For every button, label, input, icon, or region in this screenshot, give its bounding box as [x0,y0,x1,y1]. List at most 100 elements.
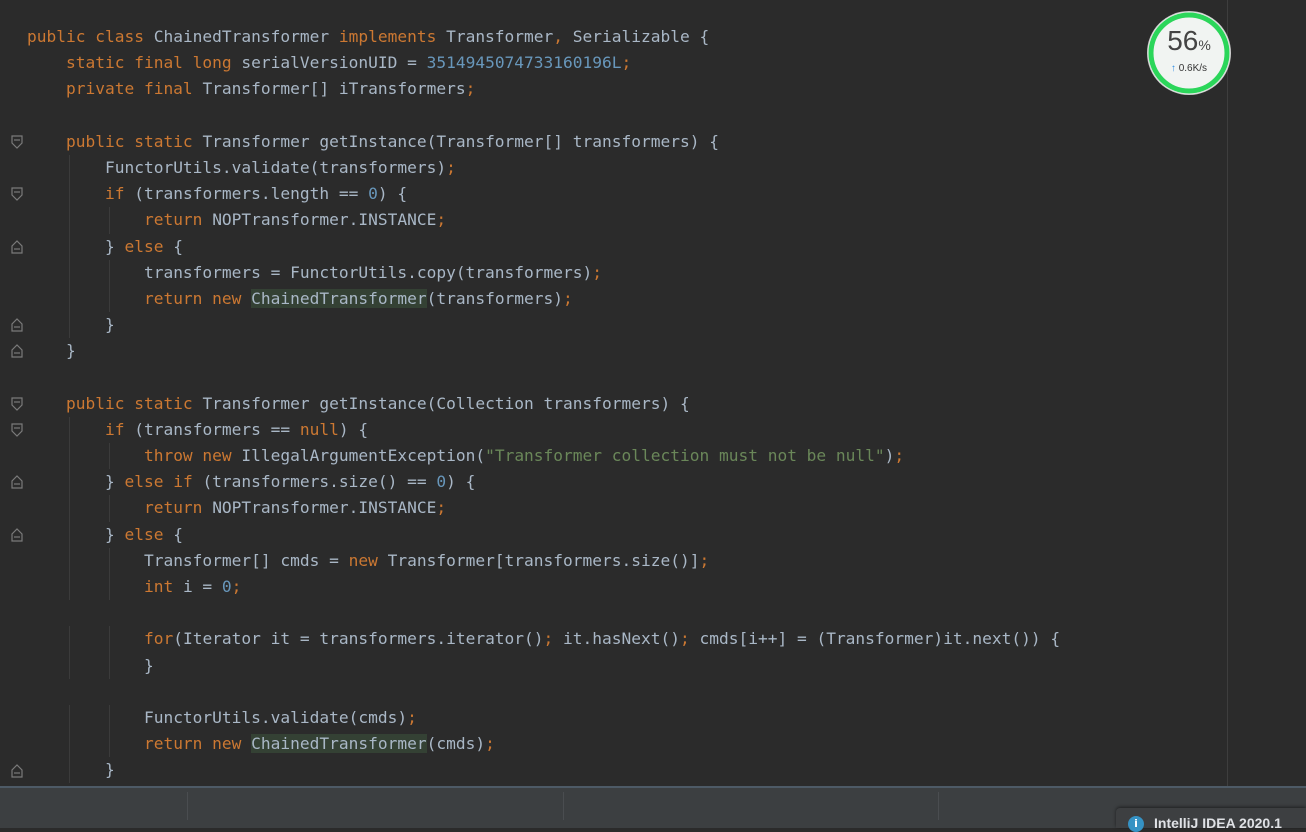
indent-guide [69,259,70,286]
fold-open-icon[interactable] [11,187,23,202]
status-separator [563,792,564,820]
code-editor[interactable]: public class ChainedTransformer implemen… [27,24,1227,784]
fold-close-icon[interactable] [11,475,23,489]
status-bar: i IntelliJ IDEA 2020.1 [0,786,1306,832]
indent-guide [69,285,70,313]
indent-guide [69,757,70,784]
status-separator [187,792,188,820]
code-token: serialVersionUID = [241,53,427,73]
keyword-token: ; [465,79,476,99]
code-token: Serializable { [572,27,710,46]
fold-open-icon[interactable] [11,397,23,411]
keyword-token: implements [338,27,447,46]
code-token: } [104,315,115,335]
code-line[interactable] [27,103,1227,129]
code-line[interactable]: return new ChainedTransformer(cmds); [27,731,1227,758]
code-line[interactable] [27,600,1227,626]
status-separator [938,792,939,820]
code-token: Transformer[] cmds = [143,550,349,570]
code-line[interactable]: private final Transformer[] iTransformer… [27,76,1227,102]
indent-guide [109,285,110,313]
resource-monitor-widget[interactable]: 56% ↑ 0.6K/s [1148,12,1230,94]
fold-open-icon[interactable] [11,135,23,149]
code-token: NOPTransformer.INSTANCE [212,210,437,230]
code-line[interactable]: } else { [27,233,1227,260]
keyword-token: public static [65,131,203,151]
code-line[interactable] [27,364,1227,390]
code-line[interactable]: transformers = FunctorUtils.copy(transfo… [27,259,1227,286]
code-line[interactable]: int i = 0; [27,573,1227,601]
code-token: (transformers == [134,419,300,439]
code-line[interactable]: if (transformers.length == 0) { [27,181,1227,208]
code-line[interactable]: public static Transformer getInstance(Tr… [27,129,1227,155]
code-token: FunctorUtils.validate(cmds) [143,707,408,727]
code-line[interactable]: return NOPTransformer.INSTANCE; [27,495,1227,522]
code-token: (transformers) [426,288,564,308]
code-line[interactable]: } else { [27,521,1227,548]
code-line[interactable]: return new ChainedTransformer(transforme… [27,285,1227,313]
code-line[interactable]: } else if (transformers.size() == 0) { [27,469,1227,496]
network-speed: ↑ 0.6K/s [1170,63,1208,74]
code-line[interactable]: return NOPTransformer.INSTANCE; [27,207,1227,234]
code-line[interactable]: if (transformers == null) { [27,416,1227,443]
code-line[interactable]: for(Iterator it = transformers.iterator(… [27,626,1227,653]
indent-guide [109,626,110,653]
number-token: 0 [436,472,447,492]
editor-gutter[interactable] [0,0,26,786]
fold-close-icon[interactable] [11,318,23,332]
code-line[interactable]: FunctorUtils.validate(cmds); [27,704,1227,732]
code-line[interactable]: public static Transformer getInstance(Co… [27,391,1227,417]
keyword-token: return new [143,734,252,754]
code-token: } [104,236,125,256]
code-line[interactable]: } [27,757,1227,784]
indent-guide [69,731,70,758]
code-line[interactable]: } [27,312,1227,339]
code-line[interactable]: throw new IllegalArgumentException("Tran… [27,443,1227,470]
code-line[interactable]: Transformer[] cmds = new Transformer[tra… [27,547,1227,574]
code-token: cmds[i++] = (Transformer)it.next()) { [699,629,1061,649]
indent-guide [69,312,70,339]
keyword-token: else [124,524,174,544]
indent-guide [69,416,70,443]
keyword-token: public static [65,393,203,413]
code-token: (Iterator it = transformers.iterator() [173,629,544,649]
code-line[interactable]: } [27,652,1227,679]
keyword-token: else if [124,472,203,492]
indent-guide [69,521,70,548]
code-line[interactable]: static final long serialVersionUID = 351… [27,50,1227,76]
keyword-token: return [143,498,213,518]
code-token: } [104,524,125,544]
fold-close-icon[interactable] [11,763,23,778]
keyword-token: ; [592,262,603,282]
fold-close-icon[interactable] [11,527,23,542]
fold-close-icon[interactable] [11,344,23,358]
indent-guide [69,495,70,522]
indent-guide [69,443,70,470]
code-line[interactable] [27,679,1227,705]
code-token: NOPTransformer.INSTANCE [212,498,437,518]
code-token: } [143,655,154,675]
fold-open-icon[interactable] [11,423,23,437]
number-token: 3514945074733160196L [426,53,622,73]
code-line[interactable]: FunctorUtils.validate(transformers); [27,154,1227,182]
code-token: FunctorUtils.validate(transformers) [104,157,447,177]
keyword-token: return new [143,288,252,308]
code-line[interactable]: } [27,338,1227,364]
ide-notification[interactable]: i IntelliJ IDEA 2020.1 [1116,808,1306,832]
keyword-token: ; [436,210,447,230]
code-line[interactable]: public class ChainedTransformer implemen… [27,24,1227,50]
keyword-token: ; [894,446,905,465]
fold-close-icon[interactable] [11,239,23,254]
indent-guide [69,469,70,496]
notification-text: IntelliJ IDEA 2020.1 [1154,815,1282,831]
indent-guide [69,704,70,732]
code-token: (transformers.length == [134,184,369,204]
code-token: Transformer[transformers.size()] [387,550,700,570]
indent-guide [109,547,110,574]
